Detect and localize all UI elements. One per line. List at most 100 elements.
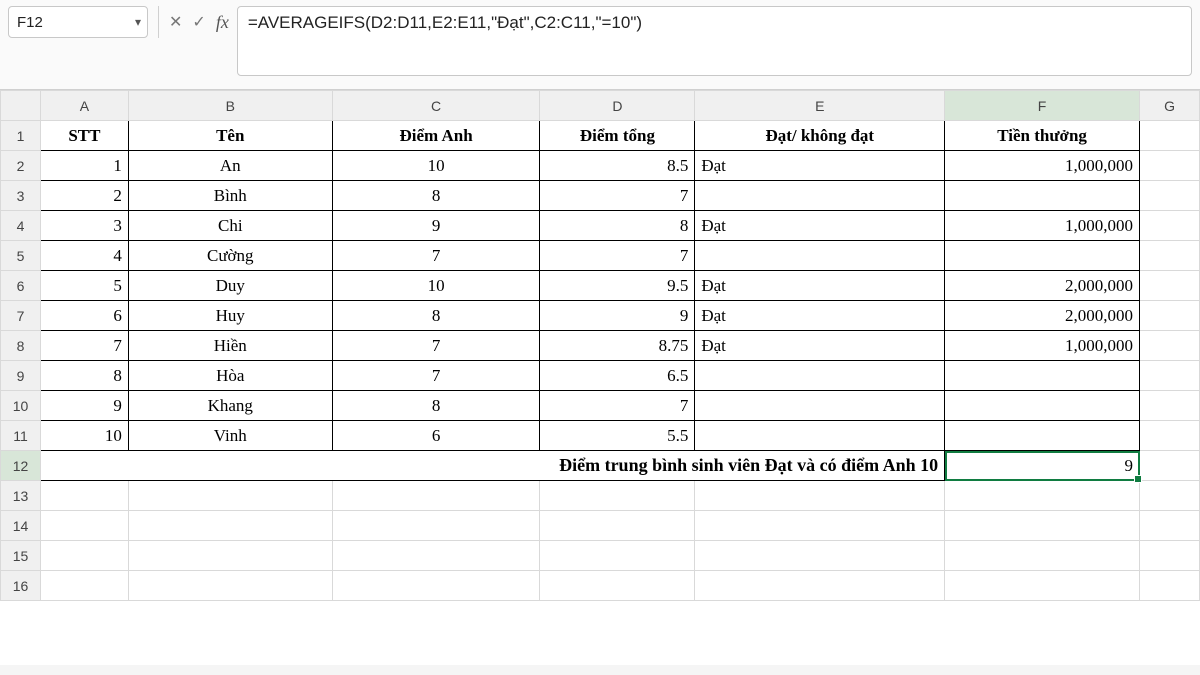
cell-A12-merged[interactable]: Điểm trung bình sinh viên Đạt và có điểm… — [40, 451, 944, 481]
cell-C4[interactable]: 9 — [332, 211, 540, 241]
cell-A2[interactable]: 1 — [40, 151, 128, 181]
cell-C15[interactable] — [332, 541, 540, 571]
cell-C11[interactable]: 6 — [332, 421, 540, 451]
column-header-E[interactable]: E — [695, 91, 945, 121]
row-header-7[interactable]: 7 — [1, 301, 41, 331]
cell-C16[interactable] — [332, 571, 540, 601]
cell-F7[interactable]: 2,000,000 — [945, 301, 1140, 331]
cell-E7[interactable]: Đạt — [695, 301, 945, 331]
cell-B14[interactable] — [128, 511, 332, 541]
column-header-D[interactable]: D — [540, 91, 695, 121]
cell-A10[interactable]: 9 — [40, 391, 128, 421]
column-header-A[interactable]: A — [40, 91, 128, 121]
cell-G7[interactable] — [1140, 301, 1200, 331]
enter-icon[interactable]: ✓ — [192, 12, 205, 32]
cell-A9[interactable]: 8 — [40, 361, 128, 391]
cell-B2[interactable]: An — [128, 151, 332, 181]
cell-F8[interactable]: 1,000,000 — [945, 331, 1140, 361]
spreadsheet-grid[interactable]: ABCDEFG1STTTênĐiểm AnhĐiểm tổngĐạt/ khôn… — [0, 90, 1200, 665]
cell-G11[interactable] — [1140, 421, 1200, 451]
cell-A4[interactable]: 3 — [40, 211, 128, 241]
cell-F5[interactable] — [945, 241, 1140, 271]
row-header-6[interactable]: 6 — [1, 271, 41, 301]
cell-B9[interactable]: Hòa — [128, 361, 332, 391]
row-header-12[interactable]: 12 — [1, 451, 41, 481]
cell-G14[interactable] — [1140, 511, 1200, 541]
cell-C5[interactable]: 7 — [332, 241, 540, 271]
cell-F12[interactable]: 9 — [945, 451, 1140, 481]
cell-F15[interactable] — [945, 541, 1140, 571]
cell-G5[interactable] — [1140, 241, 1200, 271]
cell-B5[interactable]: Cường — [128, 241, 332, 271]
cell-D3[interactable]: 7 — [540, 181, 695, 211]
cell-E5[interactable] — [695, 241, 945, 271]
cell-G1[interactable] — [1140, 121, 1200, 151]
cell-A5[interactable]: 4 — [40, 241, 128, 271]
cell-F10[interactable] — [945, 391, 1140, 421]
cell-F13[interactable] — [945, 481, 1140, 511]
cell-E4[interactable]: Đạt — [695, 211, 945, 241]
cell-C3[interactable]: 8 — [332, 181, 540, 211]
cancel-icon[interactable]: ✕ — [169, 12, 182, 32]
row-header-15[interactable]: 15 — [1, 541, 41, 571]
cell-C14[interactable] — [332, 511, 540, 541]
chevron-down-icon[interactable]: ▾ — [135, 15, 141, 29]
row-header-13[interactable]: 13 — [1, 481, 41, 511]
cell-A11[interactable]: 10 — [40, 421, 128, 451]
cell-E6[interactable]: Đạt — [695, 271, 945, 301]
cell-B11[interactable]: Vinh — [128, 421, 332, 451]
row-header-11[interactable]: 11 — [1, 421, 41, 451]
cell-B10[interactable]: Khang — [128, 391, 332, 421]
cell-E3[interactable] — [695, 181, 945, 211]
cell-F2[interactable]: 1,000,000 — [945, 151, 1140, 181]
cell-B6[interactable]: Duy — [128, 271, 332, 301]
cell-F14[interactable] — [945, 511, 1140, 541]
name-box[interactable]: F12 ▾ — [8, 6, 148, 38]
row-header-9[interactable]: 9 — [1, 361, 41, 391]
cell-B16[interactable] — [128, 571, 332, 601]
cell-A16[interactable] — [40, 571, 128, 601]
cell-F16[interactable] — [945, 571, 1140, 601]
cell-C7[interactable]: 8 — [332, 301, 540, 331]
row-header-14[interactable]: 14 — [1, 511, 41, 541]
row-header-8[interactable]: 8 — [1, 331, 41, 361]
cell-E10[interactable] — [695, 391, 945, 421]
cell-G16[interactable] — [1140, 571, 1200, 601]
cell-G8[interactable] — [1140, 331, 1200, 361]
cell-F9[interactable] — [945, 361, 1140, 391]
row-header-4[interactable]: 4 — [1, 211, 41, 241]
cell-G2[interactable] — [1140, 151, 1200, 181]
cell-B1[interactable]: Tên — [128, 121, 332, 151]
cell-G4[interactable] — [1140, 211, 1200, 241]
cell-D13[interactable] — [540, 481, 695, 511]
cell-B3[interactable]: Bình — [128, 181, 332, 211]
cell-E2[interactable]: Đạt — [695, 151, 945, 181]
cell-D15[interactable] — [540, 541, 695, 571]
cell-D1[interactable]: Điểm tổng — [540, 121, 695, 151]
cell-C6[interactable]: 10 — [332, 271, 540, 301]
cell-F11[interactable] — [945, 421, 1140, 451]
cell-E14[interactable] — [695, 511, 945, 541]
cell-E1[interactable]: Đạt/ không đạt — [695, 121, 945, 151]
cell-C8[interactable]: 7 — [332, 331, 540, 361]
row-header-16[interactable]: 16 — [1, 571, 41, 601]
column-header-F[interactable]: F — [945, 91, 1140, 121]
cell-D7[interactable]: 9 — [540, 301, 695, 331]
cell-D4[interactable]: 8 — [540, 211, 695, 241]
cell-D6[interactable]: 9.5 — [540, 271, 695, 301]
cell-D14[interactable] — [540, 511, 695, 541]
row-header-3[interactable]: 3 — [1, 181, 41, 211]
cell-B13[interactable] — [128, 481, 332, 511]
cell-A7[interactable]: 6 — [40, 301, 128, 331]
cell-A1[interactable]: STT — [40, 121, 128, 151]
cell-E13[interactable] — [695, 481, 945, 511]
cell-A15[interactable] — [40, 541, 128, 571]
cell-A6[interactable]: 5 — [40, 271, 128, 301]
cell-G13[interactable] — [1140, 481, 1200, 511]
cell-F4[interactable]: 1,000,000 — [945, 211, 1140, 241]
cell-C2[interactable]: 10 — [332, 151, 540, 181]
column-header-B[interactable]: B — [128, 91, 332, 121]
cell-D2[interactable]: 8.5 — [540, 151, 695, 181]
cell-B7[interactable]: Huy — [128, 301, 332, 331]
row-header-10[interactable]: 10 — [1, 391, 41, 421]
